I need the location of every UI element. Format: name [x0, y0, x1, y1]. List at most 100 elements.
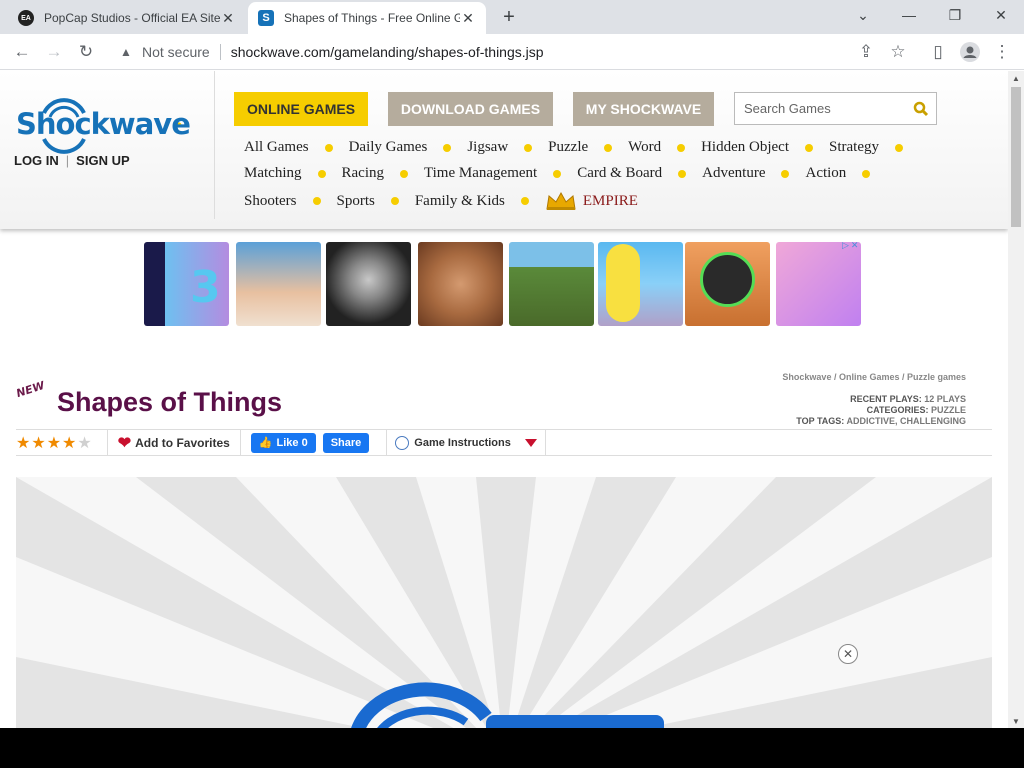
star-rating[interactable]: ★ ★ ★ ★ ★: [16, 430, 108, 455]
nav-separator-dot: [604, 143, 613, 152]
nav-link-action[interactable]: Action: [805, 165, 846, 182]
star-filled-icon[interactable]: ★: [62, 433, 76, 453]
nav-separator-dot: [390, 197, 399, 205]
shockwave-logo[interactable]: Shockwave: [16, 95, 191, 155]
close-tab-icon[interactable]: ✕: [460, 10, 476, 26]
tab-shapes-of-things[interactable]: S Shapes of Things - Free Online G ✕: [248, 2, 486, 34]
search-icon[interactable]: [913, 101, 929, 117]
nav-link-card-board[interactable]: Card & Board: [577, 165, 662, 182]
header-divider: [214, 71, 215, 219]
nav-link-all-games[interactable]: All Games: [244, 139, 309, 156]
game-ad-strip[interactable]: 3 ▷ ✕: [144, 240, 866, 326]
online-games-button[interactable]: ONLINE GAMES: [234, 92, 368, 126]
forward-icon[interactable]: →: [40, 38, 68, 66]
minimize-icon[interactable]: —: [886, 0, 932, 30]
nav-separator-dot: [524, 143, 533, 152]
tab-search-chevron-icon[interactable]: ⌄: [840, 0, 886, 30]
category-nav-row-1: All Games Daily Games Jigsaw Puzzle Word Hidd…: [244, 139, 919, 156]
star-empty-icon[interactable]: ★: [77, 433, 91, 453]
address-bar[interactable]: ▲ Not secure shockwave.com/gamelanding/s…: [108, 38, 920, 66]
nav-link-matching[interactable]: Matching: [244, 165, 302, 182]
game-instructions-label: Game Instructions: [414, 436, 511, 449]
ad-thumb-phone-panda[interactable]: [776, 242, 861, 326]
nav-link-daily-games[interactable]: Daily Games: [349, 139, 428, 156]
profile-avatar-icon[interactable]: [956, 38, 984, 66]
nav-link-strategy[interactable]: Strategy: [829, 139, 879, 156]
dropdown-arrow-icon: [524, 438, 537, 447]
nav-link-jigsaw[interactable]: Jigsaw: [467, 139, 508, 156]
nav-link-adventure[interactable]: Adventure: [702, 165, 765, 182]
top-tags-value[interactable]: ADDICTIVE, CHALLENGING: [846, 416, 966, 426]
categories-value[interactable]: PUZZLE: [931, 405, 966, 415]
back-icon[interactable]: ←: [8, 38, 36, 66]
close-window-icon[interactable]: ✕: [978, 0, 1024, 30]
ad-thumb-neighbor[interactable]: [418, 242, 503, 326]
nav-link-puzzle[interactable]: Puzzle: [548, 139, 588, 156]
categories: CATEGORIES: PUZZLE: [867, 405, 966, 415]
empire-label: EMPIRE: [582, 192, 638, 209]
nav-link-racing[interactable]: Racing: [342, 165, 385, 182]
crown-icon: [546, 191, 576, 210]
share-icon[interactable]: ⇪: [852, 38, 880, 66]
ad-choices-icon[interactable]: ▷ ✕: [842, 240, 866, 252]
restore-icon[interactable]: ❐: [932, 0, 978, 30]
scroll-down-icon[interactable]: ▼: [1008, 714, 1024, 728]
not-secure-label[interactable]: Not secure: [142, 44, 210, 60]
nav-link-hidden-object[interactable]: Hidden Object: [701, 139, 789, 156]
bookmark-star-icon[interactable]: ☆: [884, 38, 912, 66]
search-input[interactable]: Search Games: [734, 92, 937, 125]
nav-separator-dot: [312, 197, 321, 205]
side-panel-icon[interactable]: ▯: [924, 38, 952, 66]
warning-icon[interactable]: ▲: [118, 44, 134, 60]
scroll-up-icon[interactable]: ▲: [1008, 71, 1024, 85]
url-text[interactable]: shockwave.com/gamelanding/shapes-of-thin…: [231, 44, 544, 60]
ad-thumb-granny[interactable]: [326, 242, 411, 326]
ad-thumb-piano[interactable]: 3: [144, 242, 229, 326]
download-games-button[interactable]: DOWNLOAD GAMES: [388, 92, 553, 126]
nav-link-word[interactable]: Word: [628, 139, 661, 156]
tab-title: PopCap Studios - Official EA Site: [44, 11, 220, 25]
facebook-like-button[interactable]: 👍 Like 0: [250, 432, 316, 453]
ad-close-icon[interactable]: ✕: [838, 644, 858, 664]
logo-wordmark: Shockwave: [16, 107, 191, 141]
facebook-buttons: 👍 Like 0 Share: [241, 430, 388, 455]
scrollbar-thumb[interactable]: [1011, 87, 1021, 227]
new-badge: NEW: [14, 378, 47, 401]
nav-link-sports[interactable]: Sports: [337, 193, 375, 210]
ad-thumb-ball[interactable]: [685, 242, 770, 326]
top-tags-label: TOP TAGS:: [796, 416, 845, 426]
add-to-favorites-button[interactable]: ❤ Add to Favorites: [108, 430, 241, 455]
new-tab-icon[interactable]: +: [498, 6, 520, 28]
nav-link-time-management[interactable]: Time Management: [424, 165, 537, 182]
breadcrumb[interactable]: Shockwave / Online Games / Puzzle games: [782, 372, 966, 382]
nav-link-family-kids[interactable]: Family & Kids: [415, 193, 505, 210]
game-canvas[interactable]: [16, 477, 992, 728]
ad-thumb-pixel-soldier[interactable]: [509, 242, 594, 326]
page-scrollbar[interactable]: ▲ ▼: [1008, 71, 1024, 728]
ad-thumb-bald-head[interactable]: [236, 242, 321, 326]
star-filled-icon[interactable]: ★: [31, 433, 45, 453]
star-filled-icon[interactable]: ★: [47, 433, 61, 453]
nav-separator-dot: [862, 169, 871, 178]
login-link[interactable]: LOG IN: [14, 153, 59, 168]
game-instructions-dropdown[interactable]: Game Instructions: [387, 430, 546, 455]
facebook-share-button[interactable]: Share: [322, 432, 370, 453]
nav-link-shooters[interactable]: Shooters: [244, 193, 297, 210]
shockwave-favicon-icon: S: [258, 10, 274, 26]
thumbs-up-icon: 👍: [258, 437, 273, 449]
reload-icon[interactable]: ↻: [72, 38, 100, 66]
tab-popcap[interactable]: EA PopCap Studios - Official EA Site ✕: [8, 2, 246, 34]
auth-links: LOG IN | SIGN UP: [14, 153, 130, 168]
empire-link[interactable]: EMPIRE: [545, 191, 638, 211]
close-tab-icon[interactable]: ✕: [220, 10, 236, 26]
menu-kebab-icon[interactable]: ⋮: [988, 38, 1016, 66]
category-nav-row-3: Shooters Sports Family & Kids EMPIRE: [244, 191, 638, 211]
star-filled-icon[interactable]: ★: [16, 433, 30, 453]
my-shockwave-button[interactable]: MY SHOCKWAVE: [573, 92, 714, 126]
ad-thumb-yellow-runner[interactable]: [598, 242, 683, 326]
runner-figure: [606, 244, 640, 322]
signup-link[interactable]: SIGN UP: [76, 153, 129, 168]
add-to-favorites-label: Add to Favorites: [135, 435, 230, 450]
auth-separator: |: [65, 153, 70, 168]
like-label: Like 0: [276, 436, 308, 449]
